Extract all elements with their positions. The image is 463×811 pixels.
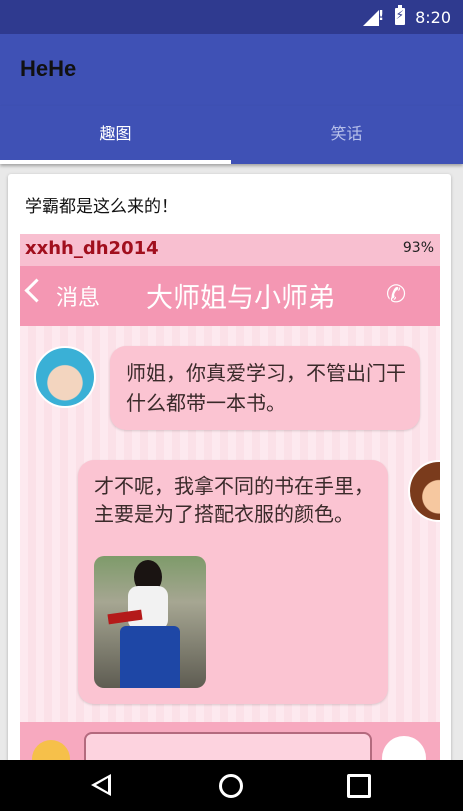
image-status-bar: xxhh_dh2014 93% — [20, 234, 440, 266]
status-time: 8:20 — [415, 8, 451, 27]
photo-thumbnail — [94, 556, 206, 688]
image-back-label: 消息 — [56, 286, 101, 311]
avatar — [34, 346, 96, 408]
home-icon[interactable] — [219, 774, 243, 798]
recent-apps-icon[interactable] — [347, 774, 371, 798]
chat-bubble: 师姐，你真爱学习，不管出门干什么都带一本书。 — [110, 346, 420, 430]
post-caption: 学霸都是这么来的！ — [25, 197, 178, 217]
image-username: xxhh_dh2014 — [25, 238, 159, 259]
image-chat-header: 消息 大师姐与小师弟 ✆ — [20, 266, 440, 326]
tab-indicator — [0, 160, 231, 164]
tab-pictures[interactable]: 趣图 — [0, 106, 231, 164]
status-bar: ! ⚡ 8:20 — [0, 0, 463, 34]
app-title: HeHe — [20, 56, 77, 81]
chat-bubble: 才不呢，我拿不同的书在手里，主要是为了搭配衣服的颜色。 — [78, 460, 388, 704]
image-chat-title: 大师姐与小师弟 — [146, 283, 335, 314]
phone-icon: ✆ — [386, 280, 407, 308]
back-icon[interactable] — [91, 774, 111, 796]
navigation-bar — [0, 760, 463, 811]
app-bar: HeHe — [0, 34, 463, 106]
post-card[interactable]: 学霸都是这么来的！ xxhh_dh2014 93% 消息 大师姐与小师弟 ✆ 师… — [8, 174, 451, 774]
image-battery: 93% — [402, 240, 434, 256]
avatar — [408, 460, 440, 522]
chevron-left-icon — [24, 278, 49, 303]
no-signal-exclamation-icon: ! — [378, 9, 384, 24]
post-image[interactable]: xxhh_dh2014 93% 消息 大师姐与小师弟 ✆ 师姐，你真爱学习，不管… — [20, 234, 440, 774]
chat-message: 才不呢，我拿不同的书在手里，主要是为了搭配衣服的颜色。 — [94, 474, 374, 526]
chat-message: 师姐，你真爱学习，不管出门干什么都带一本书。 — [126, 361, 406, 415]
signal-icon — [363, 10, 379, 26]
tab-bar: 趣图 笑话 — [0, 106, 463, 164]
tab-jokes[interactable]: 笑话 — [231, 106, 462, 164]
charging-icon: ⚡ — [395, 8, 404, 22]
